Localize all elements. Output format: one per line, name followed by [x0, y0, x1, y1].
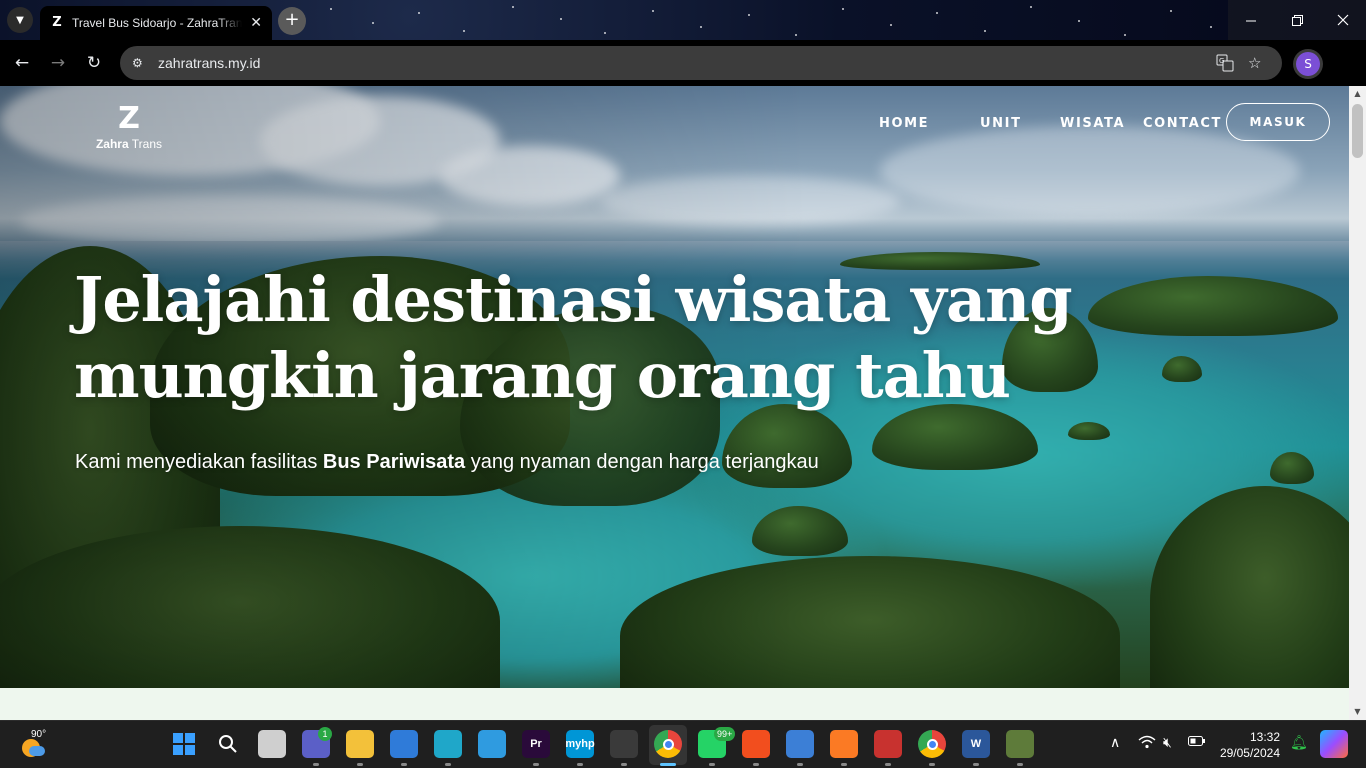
- wifi-icon[interactable]: [1138, 735, 1156, 753]
- reload-button[interactable]: ↻: [82, 51, 106, 75]
- app-extra-running-indicator: [1017, 763, 1023, 766]
- hero-subtitle: Kami menyediakan fasilitas Bus Pariwisat…: [75, 451, 819, 473]
- get-help-icon[interactable]: [478, 730, 506, 758]
- reload-icon: ↻: [86, 53, 102, 73]
- myhp-label: myhp: [565, 738, 595, 750]
- svg-text:G: G: [1219, 57, 1224, 65]
- myhp-icon[interactable]: myhp: [565, 730, 595, 758]
- login-button[interactable]: MASUK: [1226, 103, 1330, 141]
- clock-time: 13:32: [1249, 730, 1280, 744]
- hero-section: Z Zahra Trans HOME UNIT WISATA CONTACT M…: [0, 86, 1349, 688]
- back-button[interactable]: ←: [10, 51, 34, 75]
- zahra-trans-logo-icon: Z: [118, 101, 140, 136]
- microsoft-store-icon[interactable]: [390, 730, 418, 758]
- scroll-thumb[interactable]: [1352, 104, 1363, 158]
- inkscape-icon[interactable]: [610, 730, 638, 758]
- translate-icon[interactable]: G: [1216, 54, 1234, 76]
- forward-icon: →: [50, 53, 66, 73]
- page-viewport: Z Zahra Trans HOME UNIT WISATA CONTACT M…: [0, 86, 1349, 720]
- weather-temperature: 90°: [31, 729, 47, 740]
- hero-title: Jelajahi destinasi wisata yang mungkin j…: [74, 263, 1073, 412]
- windows-taskbar: 90° 1 Pr myhp 99+ W ∧ 🔇︎ 13:32 29/05/2024 🔔︎: [0, 720, 1366, 768]
- app-extra-icon[interactable]: [1006, 730, 1034, 758]
- inkscape-running-indicator: [621, 763, 627, 766]
- tab-title: Travel Bus Sidoarjo - ZahraTrans: [72, 16, 242, 30]
- site-logo-text: Zahra Trans: [95, 137, 163, 151]
- snipping-tool-icon[interactable]: [874, 730, 902, 758]
- premiere-pro-label: Pr: [530, 738, 542, 750]
- close-icon: [1337, 14, 1349, 26]
- minimize-icon: [1245, 20, 1256, 21]
- back-icon: ←: [14, 53, 30, 73]
- battery-icon[interactable]: [1188, 735, 1206, 751]
- scroll-down-icon[interactable]: ▼: [1349, 704, 1366, 720]
- word-icon[interactable]: W: [962, 730, 990, 758]
- file-explorer-running-indicator: [357, 763, 363, 766]
- teams-badge: 1: [318, 727, 332, 741]
- premiere-pro-running-indicator: [533, 763, 539, 766]
- premiere-pro-icon[interactable]: Pr: [522, 730, 550, 758]
- start-icon[interactable]: [170, 730, 198, 758]
- myhp-running-indicator: [577, 763, 583, 766]
- url-text[interactable]: zahratrans.my.id: [158, 55, 260, 71]
- close-tab-button[interactable]: ✕: [250, 15, 262, 31]
- browser-toolbar: ← → ↻ ⚙ zahratrans.my.id G ☆ ⋮: [0, 40, 1366, 111]
- edge-icon[interactable]: [434, 730, 462, 758]
- restore-icon: [1291, 14, 1303, 26]
- bookmark-star-icon[interactable]: ☆: [1248, 54, 1261, 72]
- show-hidden-icons-icon[interactable]: ∧: [1110, 735, 1120, 751]
- zahra-trans-icon: Z: [52, 15, 62, 30]
- page-scrollbar[interactable]: ▲ ▼: [1349, 86, 1366, 720]
- chrome-running-indicator: [660, 763, 676, 766]
- copilot-icon[interactable]: [1320, 730, 1348, 758]
- notification-bell-icon[interactable]: 🔔︎: [1290, 735, 1308, 751]
- volume-muted-icon[interactable]: 🔇︎: [1163, 735, 1172, 751]
- virtualbox-running-indicator: [797, 763, 803, 766]
- xampp-icon[interactable]: [830, 730, 858, 758]
- task-view-icon[interactable]: [258, 730, 286, 758]
- site-logo[interactable]: Z Zahra Trans: [94, 101, 164, 152]
- chrome-icon[interactable]: [654, 730, 682, 758]
- new-tab-button[interactable]: +: [278, 7, 306, 35]
- chrome-profile-2-icon[interactable]: [918, 730, 946, 758]
- profile-avatar[interactable]: S: [1296, 52, 1320, 76]
- site-info-icon[interactable]: ⚙: [132, 56, 152, 70]
- nav-home[interactable]: HOME: [879, 116, 929, 131]
- close-window-button[interactable]: [1320, 0, 1366, 40]
- teams-running-indicator: [313, 763, 319, 766]
- whatsapp-running-indicator: [709, 763, 715, 766]
- tab-search-button[interactable]: ▼: [7, 7, 33, 33]
- file-explorer-icon[interactable]: [346, 730, 374, 758]
- nav-wisata[interactable]: WISATA: [1060, 116, 1125, 131]
- active-tab[interactable]: Z Travel Bus Sidoarjo - ZahraTrans ✕: [40, 6, 272, 40]
- scroll-up-icon[interactable]: ▲: [1349, 86, 1366, 102]
- xampp-running-indicator: [841, 763, 847, 766]
- figma-running-indicator: [753, 763, 759, 766]
- edge-running-indicator: [445, 763, 451, 766]
- nav-unit[interactable]: UNIT: [980, 116, 1022, 131]
- forward-button[interactable]: →: [46, 51, 70, 75]
- word-running-indicator: [973, 763, 979, 766]
- clock-date: 29/05/2024: [1219, 746, 1280, 760]
- browser-tab-bar: ▼ Z Travel Bus Sidoarjo - ZahraTrans ✕ +: [0, 0, 1366, 40]
- minimize-button[interactable]: [1228, 0, 1274, 40]
- microsoft-store-running-indicator: [401, 763, 407, 766]
- whatsapp-badge: 99+: [714, 727, 736, 741]
- nav-contact[interactable]: CONTACT: [1143, 116, 1222, 131]
- restore-button[interactable]: [1274, 0, 1320, 40]
- word-label: W: [970, 738, 982, 750]
- chrome-profile-2-running-indicator: [929, 763, 935, 766]
- address-bar[interactable]: ⚙ zahratrans.my.id G ☆: [120, 46, 1282, 80]
- figma-icon[interactable]: [742, 730, 770, 758]
- chevron-down-icon: ▼: [16, 14, 24, 26]
- taskbar-clock[interactable]: 13:32 29/05/2024: [1216, 729, 1280, 761]
- search-icon[interactable]: [214, 730, 242, 758]
- snipping-tool-running-indicator: [885, 763, 891, 766]
- virtualbox-icon[interactable]: [786, 730, 814, 758]
- weather-cloud-icon: [29, 746, 45, 756]
